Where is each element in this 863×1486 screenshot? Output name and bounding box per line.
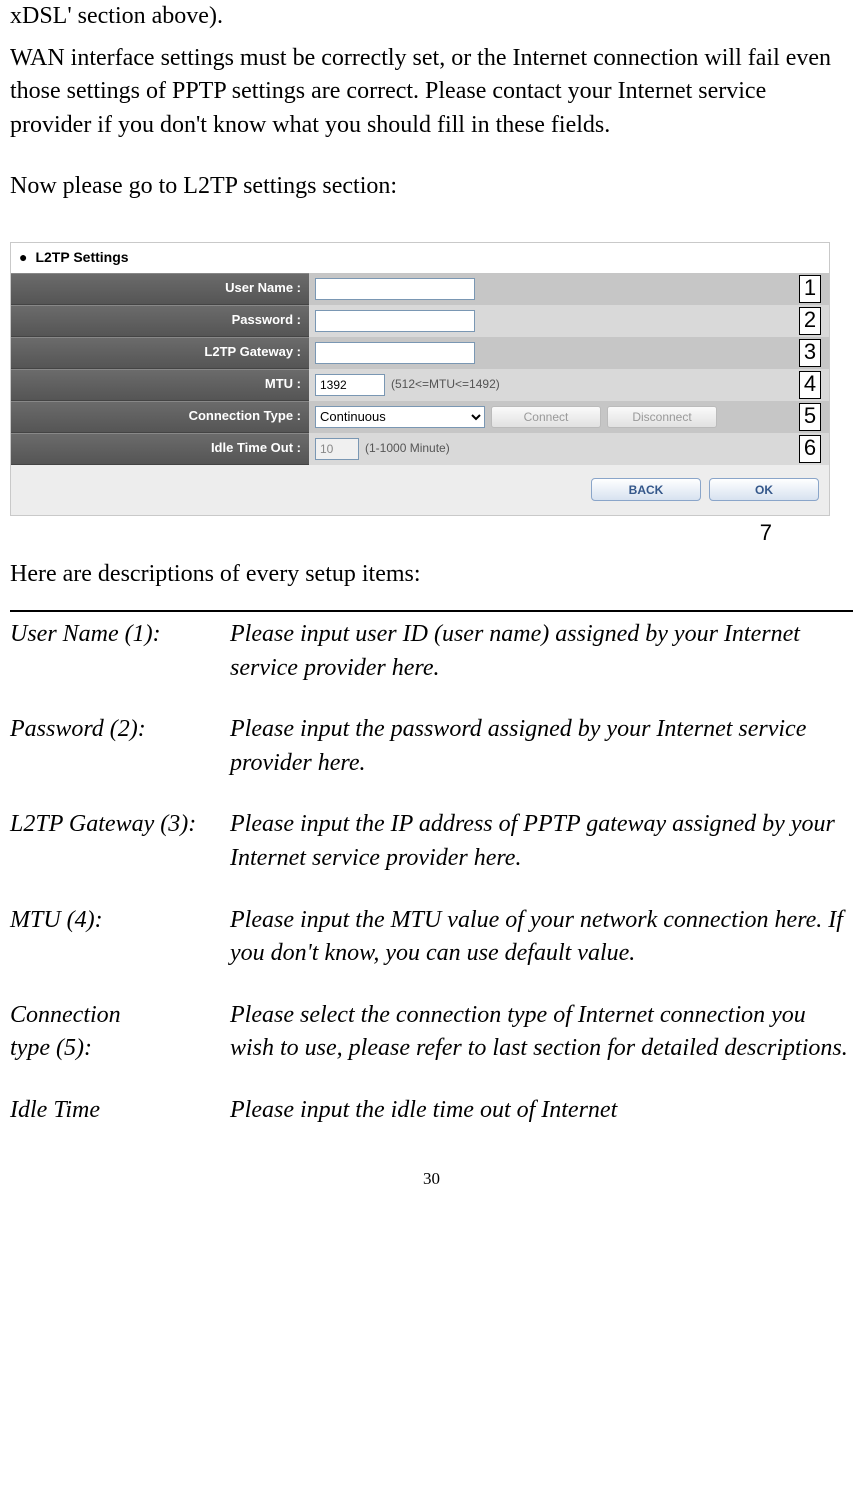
definitions-list: User Name (1): Please input user ID (use… <box>10 618 853 1128</box>
label-password: Password : <box>11 305 309 337</box>
page-number: 30 <box>10 1167 853 1191</box>
def-term-mtu: MTU (4): <box>10 904 230 971</box>
label-l2tp-gateway: L2TP Gateway : <box>11 337 309 369</box>
panel-title: L2TP Settings <box>35 248 128 268</box>
callout-5: 5 <box>799 403 821 431</box>
def-desc-mtu: Please input the MTU value of your netwo… <box>230 904 853 971</box>
idle-time-hint: (1-1000 Minute) <box>365 440 450 457</box>
connection-type-select[interactable]: Continuous <box>315 406 485 428</box>
connect-button[interactable]: Connect <box>491 406 601 428</box>
mtu-hint: (512<=MTU<=1492) <box>391 376 500 393</box>
def-desc-connection: Please select the connection type of Int… <box>230 999 853 1066</box>
row-connection-type: Connection Type : Continuous Connect Dis… <box>11 401 829 433</box>
back-button[interactable]: BACK <box>591 478 701 501</box>
user-name-input[interactable] <box>315 278 475 300</box>
bullet-icon: ● <box>19 248 27 268</box>
def-desc-gateway: Please input the IP address of PPTP gate… <box>230 808 853 875</box>
def-desc-password: Please input the password assigned by yo… <box>230 713 853 780</box>
callout-6: 6 <box>799 435 821 463</box>
def-connection-type: Connection type (5): Please select the c… <box>10 999 853 1066</box>
label-connection-type: Connection Type : <box>11 401 309 433</box>
def-mtu: MTU (4): Please input the MTU value of y… <box>10 904 853 971</box>
callout-7: 7 <box>10 518 830 549</box>
row-user-name: User Name : 1 <box>11 273 829 305</box>
label-user-name: User Name : <box>11 273 309 305</box>
def-desc-idle: Please input the idle time out of Intern… <box>230 1094 853 1128</box>
mtu-input[interactable] <box>315 374 385 396</box>
l2tp-settings-panel: ● L2TP Settings User Name : 1 Password :… <box>10 242 830 516</box>
callout-4: 4 <box>799 371 821 399</box>
def-term-connection: Connection type (5): <box>10 999 230 1066</box>
l2tp-gateway-input[interactable] <box>315 342 475 364</box>
row-password: Password : 2 <box>11 305 829 337</box>
def-term-idle: Idle Time <box>10 1094 230 1128</box>
prev-section-fragment: xDSL' section above). <box>10 0 853 34</box>
disconnect-button[interactable]: Disconnect <box>607 406 717 428</box>
callout-3: 3 <box>799 339 821 367</box>
def-idle-time: Idle Time Please input the idle time out… <box>10 1094 853 1128</box>
callout-1: 1 <box>799 275 821 303</box>
callout-2: 2 <box>799 307 821 335</box>
idle-time-input <box>315 438 359 460</box>
def-desc-user-name: Please input user ID (user name) assigne… <box>230 618 853 685</box>
row-l2tp-gateway: L2TP Gateway : 3 <box>11 337 829 369</box>
horizontal-rule <box>10 610 853 612</box>
wan-warning-paragraph: WAN interface settings must be correctly… <box>10 42 853 143</box>
def-term-user-name: User Name (1): <box>10 618 230 685</box>
def-user-name: User Name (1): Please input user ID (use… <box>10 618 853 685</box>
panel-header: ● L2TP Settings <box>11 243 829 273</box>
password-input[interactable] <box>315 310 475 332</box>
panel-footer: BACK OK <box>11 465 829 515</box>
l2tp-instruction: Now please go to L2TP settings section: <box>10 170 853 204</box>
ok-button[interactable]: OK <box>709 478 819 501</box>
def-password: Password (2): Please input the password … <box>10 713 853 780</box>
def-term-password: Password (2): <box>10 713 230 780</box>
descriptions-heading: Here are descriptions of every setup ite… <box>10 558 853 592</box>
row-idle-time-out: Idle Time Out : (1-1000 Minute) 6 <box>11 433 829 465</box>
label-mtu: MTU : <box>11 369 309 401</box>
def-l2tp-gateway: L2TP Gateway (3): Please input the IP ad… <box>10 808 853 875</box>
row-mtu: MTU : (512<=MTU<=1492) 4 <box>11 369 829 401</box>
label-idle-time-out: Idle Time Out : <box>11 433 309 465</box>
def-term-gateway: L2TP Gateway (3): <box>10 808 230 875</box>
